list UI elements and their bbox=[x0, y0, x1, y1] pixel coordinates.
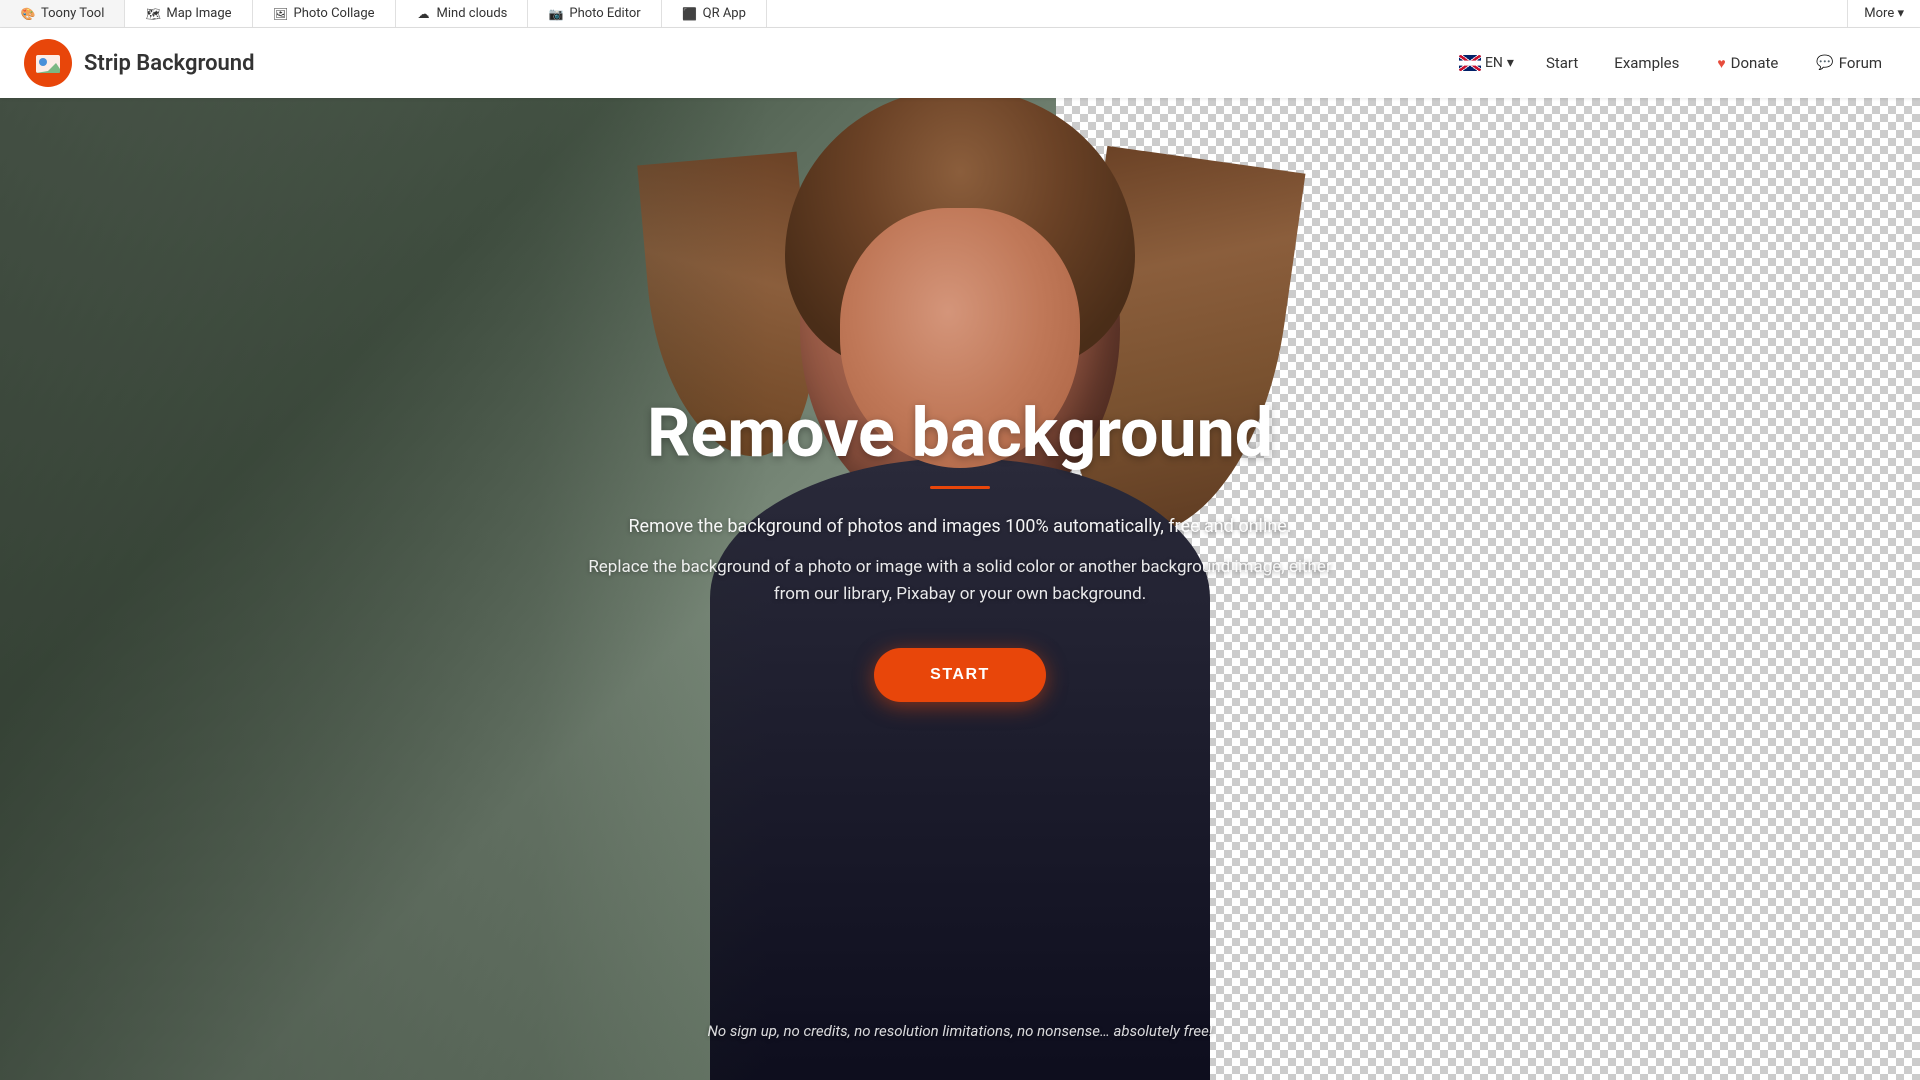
hero-subtitle: Remove the background of photos and imag… bbox=[628, 513, 1291, 542]
hero-divider bbox=[930, 486, 990, 489]
flag-icon bbox=[1459, 55, 1481, 71]
toony-tool-icon: 🎨 bbox=[20, 6, 36, 22]
lang-chevron-icon: ▾ bbox=[1507, 55, 1514, 71]
main-header: Strip Background EN ▾ Start Examples ♥ D… bbox=[0, 28, 1920, 98]
top-nav: 🎨 Toony Tool 🗺 Map Image 🖼 Photo Collage… bbox=[0, 0, 1920, 28]
qr-app-icon: ⬛ bbox=[682, 6, 698, 22]
brand-logo-icon bbox=[34, 49, 62, 77]
mind-clouds-icon: ☁ bbox=[416, 6, 432, 22]
nav-forum-link[interactable]: 💬 Forum bbox=[1802, 46, 1896, 80]
nav-mind-clouds-label: Mind clouds bbox=[437, 6, 508, 21]
start-button[interactable]: START bbox=[874, 648, 1046, 702]
map-image-icon: 🗺 bbox=[145, 6, 161, 22]
nav-toony-tool[interactable]: 🎨 Toony Tool bbox=[0, 0, 125, 27]
hero-tagline: No sign up, no credits, no resolution li… bbox=[707, 1022, 1212, 1040]
photo-editor-icon: 📷 bbox=[548, 6, 564, 22]
nav-donate-link[interactable]: ♥ Donate bbox=[1701, 46, 1794, 80]
forum-icon: 💬 bbox=[1816, 55, 1833, 71]
lang-code: EN bbox=[1485, 55, 1503, 71]
nav-more[interactable]: More ▾ bbox=[1847, 0, 1920, 27]
brand-name-label: Strip Background bbox=[84, 51, 254, 76]
brand-logo bbox=[24, 39, 72, 87]
hero-section: Remove background Remove the background … bbox=[0, 98, 1920, 1080]
nav-start-link[interactable]: Start bbox=[1532, 46, 1592, 80]
nav-start-label: Start bbox=[1546, 54, 1578, 72]
nav-mind-clouds[interactable]: ☁ Mind clouds bbox=[396, 0, 529, 27]
hero-content: Remove background Remove the background … bbox=[0, 98, 1920, 1080]
hero-description: Replace the background of a photo or ima… bbox=[570, 554, 1350, 608]
nav-qr-app-label: QR App bbox=[703, 6, 746, 21]
nav-qr-app[interactable]: ⬛ QR App bbox=[662, 0, 767, 27]
nav-photo-editor-label: Photo Editor bbox=[569, 6, 640, 21]
nav-forum-label: Forum bbox=[1839, 54, 1882, 72]
nav-map-image-label: Map Image bbox=[166, 6, 231, 21]
hero-title: Remove background bbox=[647, 396, 1273, 471]
nav-photo-collage-label: Photo Collage bbox=[294, 6, 375, 21]
brand[interactable]: Strip Background bbox=[24, 39, 254, 87]
header-nav: EN ▾ Start Examples ♥ Donate 💬 Forum bbox=[1449, 46, 1896, 80]
nav-examples-label: Examples bbox=[1614, 54, 1679, 72]
nav-examples-link[interactable]: Examples bbox=[1600, 46, 1693, 80]
nav-toony-tool-label: Toony Tool bbox=[41, 6, 104, 21]
heart-icon: ♥ bbox=[1717, 55, 1725, 72]
nav-more-label: More ▾ bbox=[1864, 6, 1904, 21]
nav-photo-collage[interactable]: 🖼 Photo Collage bbox=[253, 0, 396, 27]
photo-collage-icon: 🖼 bbox=[273, 6, 289, 22]
nav-map-image[interactable]: 🗺 Map Image bbox=[125, 0, 252, 27]
language-selector[interactable]: EN ▾ bbox=[1449, 49, 1524, 77]
nav-donate-label: Donate bbox=[1731, 54, 1779, 72]
nav-photo-editor[interactable]: 📷 Photo Editor bbox=[528, 0, 661, 27]
